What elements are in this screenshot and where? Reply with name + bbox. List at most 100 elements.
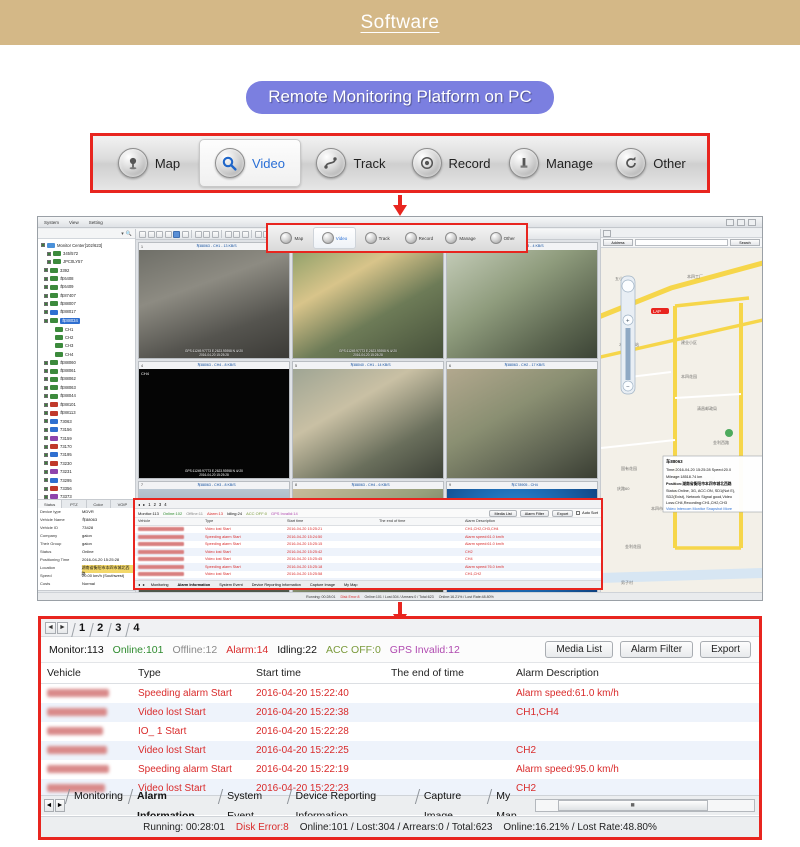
checkbox-icon[interactable] <box>44 301 48 306</box>
checkbox-icon[interactable] <box>44 469 48 474</box>
camera-icon[interactable] <box>233 230 240 238</box>
checkbox-icon[interactable] <box>44 285 48 290</box>
checkbox-icon[interactable] <box>44 369 48 374</box>
table-row[interactable]: Video lost Start 2016-04-20 15:25:58 CH1,C… <box>135 571 601 579</box>
table-row[interactable]: Speeding alarm Start 2016-04-20 15:25:15 A… <box>135 541 601 549</box>
checkbox-icon[interactable] <box>44 444 48 449</box>
lock-icon[interactable] <box>224 230 232 238</box>
alarm-page-3[interactable]: 3 <box>159 502 161 507</box>
foot-tab-capture-image[interactable]: Capture Image <box>307 583 338 587</box>
video-stream[interactable] <box>447 369 597 478</box>
media-list-button[interactable]: Media List <box>545 641 613 658</box>
layout-9-icon[interactable] <box>173 230 180 238</box>
tree-root[interactable]: Monitor Center[102/623] <box>41 241 133 249</box>
alarm-page-tabs[interactable]: ◂ ▸ 1 2 3 4 <box>135 500 601 509</box>
page-next-icon[interactable]: ▸ <box>143 502 145 507</box>
alarm-filter-button[interactable]: Alarm Filter <box>619 641 694 658</box>
mini-nav-manage[interactable]: Manage <box>440 227 482 249</box>
menu-view[interactable]: View <box>69 220 79 225</box>
video-stream[interactable] <box>293 369 443 478</box>
table-row[interactable]: Speeding alarm Start 2016-04-20 15:22:40 A… <box>41 684 759 703</box>
table-row[interactable]: Video lost Start 2016-04-20 15:25:21 CH1,C… <box>135 526 601 534</box>
checkbox-icon[interactable] <box>47 259 51 264</box>
tree-node[interactable]: 车88044 <box>41 392 133 400</box>
checkbox-icon[interactable] <box>47 251 51 256</box>
video-stream[interactable]: CH4 GPS:11249.97773 E,2623.93958 N 4/:20 2… <box>139 369 289 478</box>
table-row[interactable]: Video lost Start 2016-04-20 15:22:38 CH1,C… <box>41 703 759 722</box>
video-cell[interactable]: 5 车88040 - CH1 - 14 KB/S <box>292 361 444 479</box>
search-icon[interactable]: 🔍 <box>126 231 132 237</box>
page-tab-strip[interactable]: ◄ ► 1 2 3 4 <box>41 619 759 637</box>
minimize-icon[interactable] <box>726 218 734 226</box>
tree-node[interactable]: 73156 <box>41 426 133 434</box>
checkbox-icon[interactable] <box>44 377 48 382</box>
alarm-page-4[interactable]: 4 <box>164 502 166 507</box>
alarm-page-2[interactable]: 2 <box>154 502 156 507</box>
checkbox-icon[interactable] <box>44 419 48 424</box>
checkbox-icon[interactable] <box>44 427 48 432</box>
chevron-down-icon[interactable]: ▾ <box>121 231 124 237</box>
tree-node[interactable]: 3392 <box>41 266 133 274</box>
checkbox-icon[interactable] <box>44 436 48 441</box>
layout-8-icon[interactable] <box>164 230 172 238</box>
page-tab-3[interactable]: 3 <box>110 622 126 634</box>
media-list-button[interactable]: Media List <box>489 509 517 517</box>
video-cell[interactable]: 1 车88063 - CH1 - 13 KB/S GPS:11249.97773 E… <box>138 242 290 360</box>
page-next-icon[interactable]: ► <box>57 621 68 634</box>
tree-node[interactable]: 车88061 <box>41 367 133 375</box>
mic-icon[interactable] <box>203 230 210 238</box>
foot-tab-alarm-information[interactable]: Alarm Information <box>175 583 214 587</box>
layout-16-icon[interactable] <box>181 230 189 238</box>
export-button[interactable]: Export <box>552 509 574 517</box>
tree-node[interactable]: 车88062 <box>41 375 133 383</box>
tab-prev-icon[interactable]: ◂ <box>138 582 140 587</box>
maximize-icon[interactable] <box>737 218 745 226</box>
scrollbar-thumb[interactable]: ■ <box>557 800 708 811</box>
mini-nav-other[interactable]: Other <box>481 227 523 249</box>
checkbox-icon[interactable] <box>44 276 48 281</box>
play-icon[interactable] <box>254 230 262 238</box>
checkbox-icon[interactable] <box>44 394 48 399</box>
mini-nav-map[interactable]: Map <box>271 227 313 249</box>
address-button[interactable]: Address <box>603 239 633 246</box>
audio-icon[interactable] <box>194 230 202 238</box>
tree-node[interactable]: 车88113 <box>41 409 133 417</box>
tab-status[interactable]: Status <box>38 500 63 508</box>
table-row[interactable]: Video lost Start 2016-04-20 15:25:45 CH4 <box>135 556 601 564</box>
nav-item-map[interactable]: Map <box>99 139 199 187</box>
checkbox-icon[interactable] <box>41 243 45 248</box>
table-row[interactable]: IO_ 1 Start 2016-04-20 15:22:28 <box>41 722 759 741</box>
tab-nav[interactable]: ◄ ► <box>44 799 65 812</box>
search-button[interactable]: Search <box>730 239 760 246</box>
tab-next-icon[interactable]: ▸ <box>143 582 145 587</box>
foot-tab-monitoring[interactable]: Monitoring <box>148 583 172 587</box>
foot-tab-device-reporting-information[interactable]: Device Reporting Information <box>249 583 304 587</box>
tree-search-row[interactable]: ▾ 🔍 <box>38 229 135 239</box>
video-stream[interactable]: GPS:11249.97773 E,2623.93958 N 4/:20 2016… <box>139 250 289 359</box>
tree-node[interactable]: 73170 <box>41 442 133 450</box>
map-canvas[interactable]: LAP 五小村 本四工厂 本四气象站 建业小区 本四花园 清昌邮政局 金利西路 … <box>601 248 762 600</box>
video-stream[interactable]: GPS:11249.97773 E,2623.93958 N 4/:20 2016… <box>293 250 443 359</box>
map-toolbar[interactable] <box>601 229 762 238</box>
menu-setting[interactable]: Setting <box>89 220 103 225</box>
table-row[interactable]: Speeding alarm Start 2016-04-20 15:24:50 A… <box>135 533 601 541</box>
table-row[interactable]: Video lost Start 2016-04-20 15:22:25 CH2 <box>41 741 759 760</box>
menu-system[interactable]: System <box>44 220 59 225</box>
video-stream[interactable] <box>447 250 597 359</box>
tree-node[interactable]: JPC0LY57 <box>41 258 133 266</box>
nav-item-other[interactable]: Other <box>601 139 701 187</box>
layout-1-icon[interactable] <box>139 230 146 238</box>
tree-node[interactable]: 车88034 <box>41 317 133 325</box>
tree-node[interactable]: 73063 <box>41 417 133 425</box>
checkbox-icon[interactable] <box>44 486 48 491</box>
video-cell[interactable]: 4 车88063 - CH4 - 8 KB/S CH4 GPS:11249.97773… <box>138 361 290 479</box>
alarm-table-body[interactable]: Video lost Start 2016-04-20 15:25:21 CH1,C… <box>135 526 601 586</box>
layout-6-icon[interactable] <box>156 230 163 238</box>
tree-node[interactable]: 车6409 <box>41 283 133 291</box>
tree-node[interactable]: 车88060 <box>41 358 133 366</box>
page-tab-2[interactable]: 2 <box>92 622 108 634</box>
tab-ptz[interactable]: PTZ <box>62 500 87 508</box>
alarm-page-1[interactable]: 1 <box>148 502 150 507</box>
bottom-tab-bar[interactable]: ◄ ► MonitoringAlarm InformationSystem Ev… <box>41 790 759 822</box>
nav-item-track[interactable]: Track <box>301 139 401 187</box>
